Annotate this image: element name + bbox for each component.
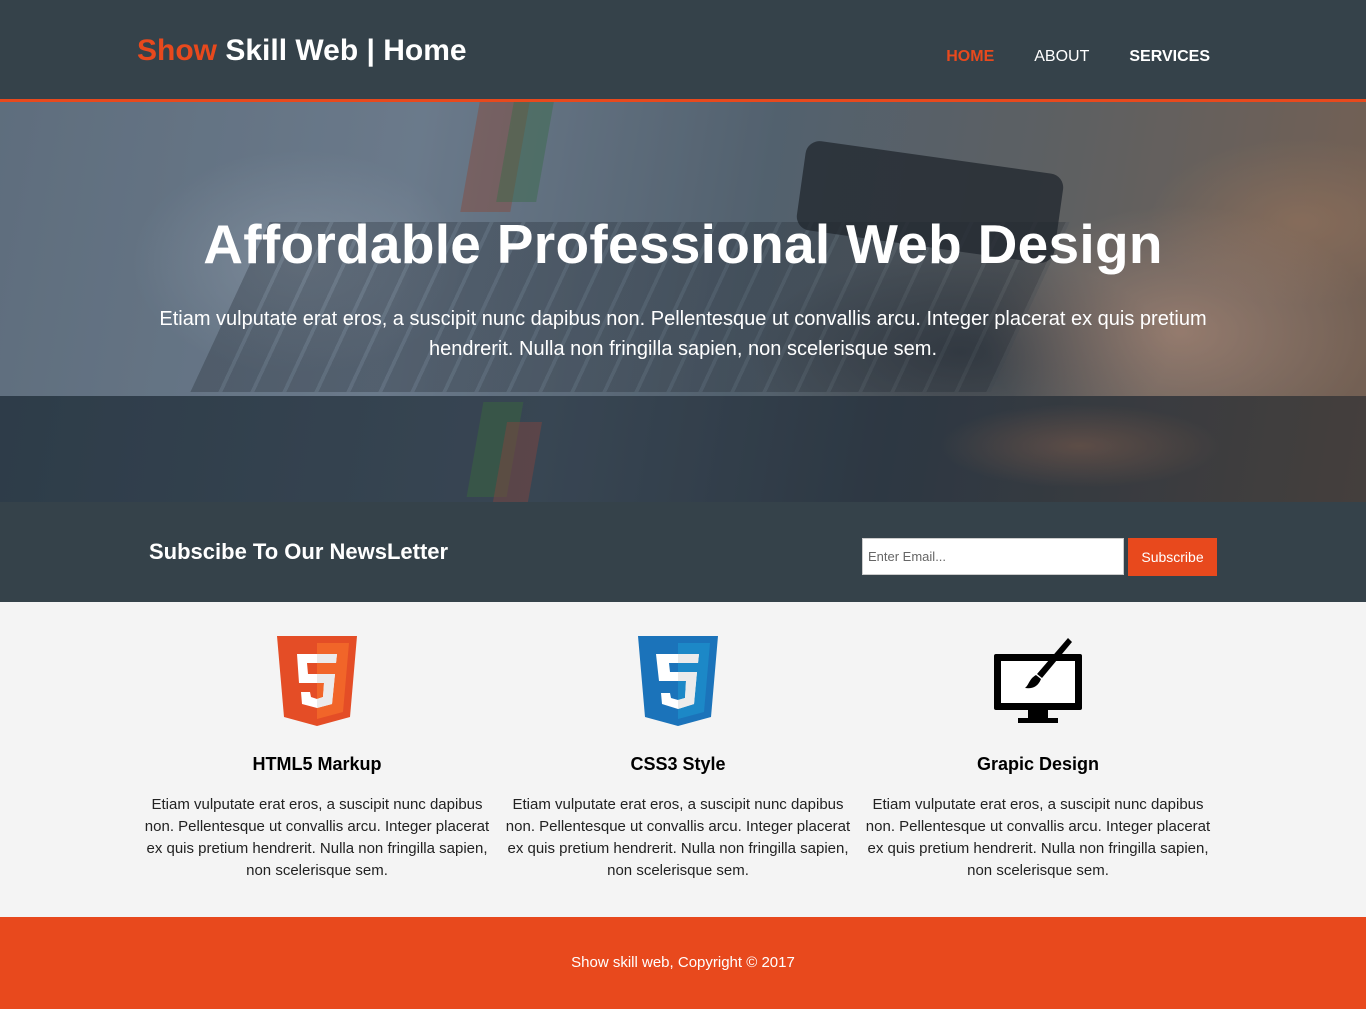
site-header: Show Skill Web | Home HOME ABOUT SERVICE… bbox=[0, 0, 1366, 102]
feature-text-graphic-design: Etiam vulputate erat eros, a suscipit nu… bbox=[865, 796, 1211, 879]
subscribe-button[interactable]: Subscribe bbox=[1128, 538, 1217, 576]
hero-background-image bbox=[0, 102, 1366, 502]
hero-text: Etiam vulputate erat eros, a suscipit nu… bbox=[159, 308, 1207, 360]
feature-text-html5: Etiam vulputate erat eros, a suscipit nu… bbox=[144, 796, 490, 879]
email-input[interactable] bbox=[862, 538, 1124, 575]
brand-highlight: Show bbox=[137, 34, 217, 67]
monitor-brush-icon bbox=[863, 636, 1213, 728]
css3-logo-icon bbox=[503, 636, 853, 728]
html5-logo-icon bbox=[142, 636, 492, 728]
nav-item-home: HOME bbox=[946, 48, 994, 66]
brand-text: Skill Web | Home bbox=[217, 34, 467, 67]
main-nav: HOME ABOUT SERVICES bbox=[906, 48, 1210, 66]
site-footer: Show skill web, Copyright © 2017 bbox=[0, 917, 1366, 1009]
nav-link-services[interactable]: SERVICES bbox=[1129, 48, 1210, 65]
nav-item-services: SERVICES bbox=[1129, 48, 1210, 66]
nav-link-home[interactable]: HOME bbox=[946, 48, 994, 65]
features-section: HTML5 Markup Etiam vulputate erat eros, … bbox=[0, 602, 1366, 917]
newsletter-title: Subscibe To Our NewsLetter bbox=[149, 539, 449, 564]
feature-text-css3: Etiam vulputate erat eros, a suscipit nu… bbox=[505, 796, 851, 879]
hero-title: Affordable Professional Web Design bbox=[203, 213, 1163, 275]
nav-item-about: ABOUT bbox=[1034, 48, 1089, 66]
feature-title-html5: HTML5 Markup bbox=[252, 754, 382, 774]
nav-link-about[interactable]: ABOUT bbox=[1034, 48, 1089, 65]
newsletter-section: Subscibe To Our NewsLetter Subscribe bbox=[0, 502, 1366, 602]
feature-title-graphic-design: Grapic Design bbox=[976, 754, 1100, 774]
feature-title-css3: CSS3 Style bbox=[630, 754, 726, 774]
footer-copyright: Show skill web, Copyright © 2017 bbox=[571, 954, 795, 971]
site-brand[interactable]: Show Skill Web | Home bbox=[137, 34, 467, 68]
hero-showcase: Affordable Professional Web Design Etiam… bbox=[0, 102, 1366, 502]
